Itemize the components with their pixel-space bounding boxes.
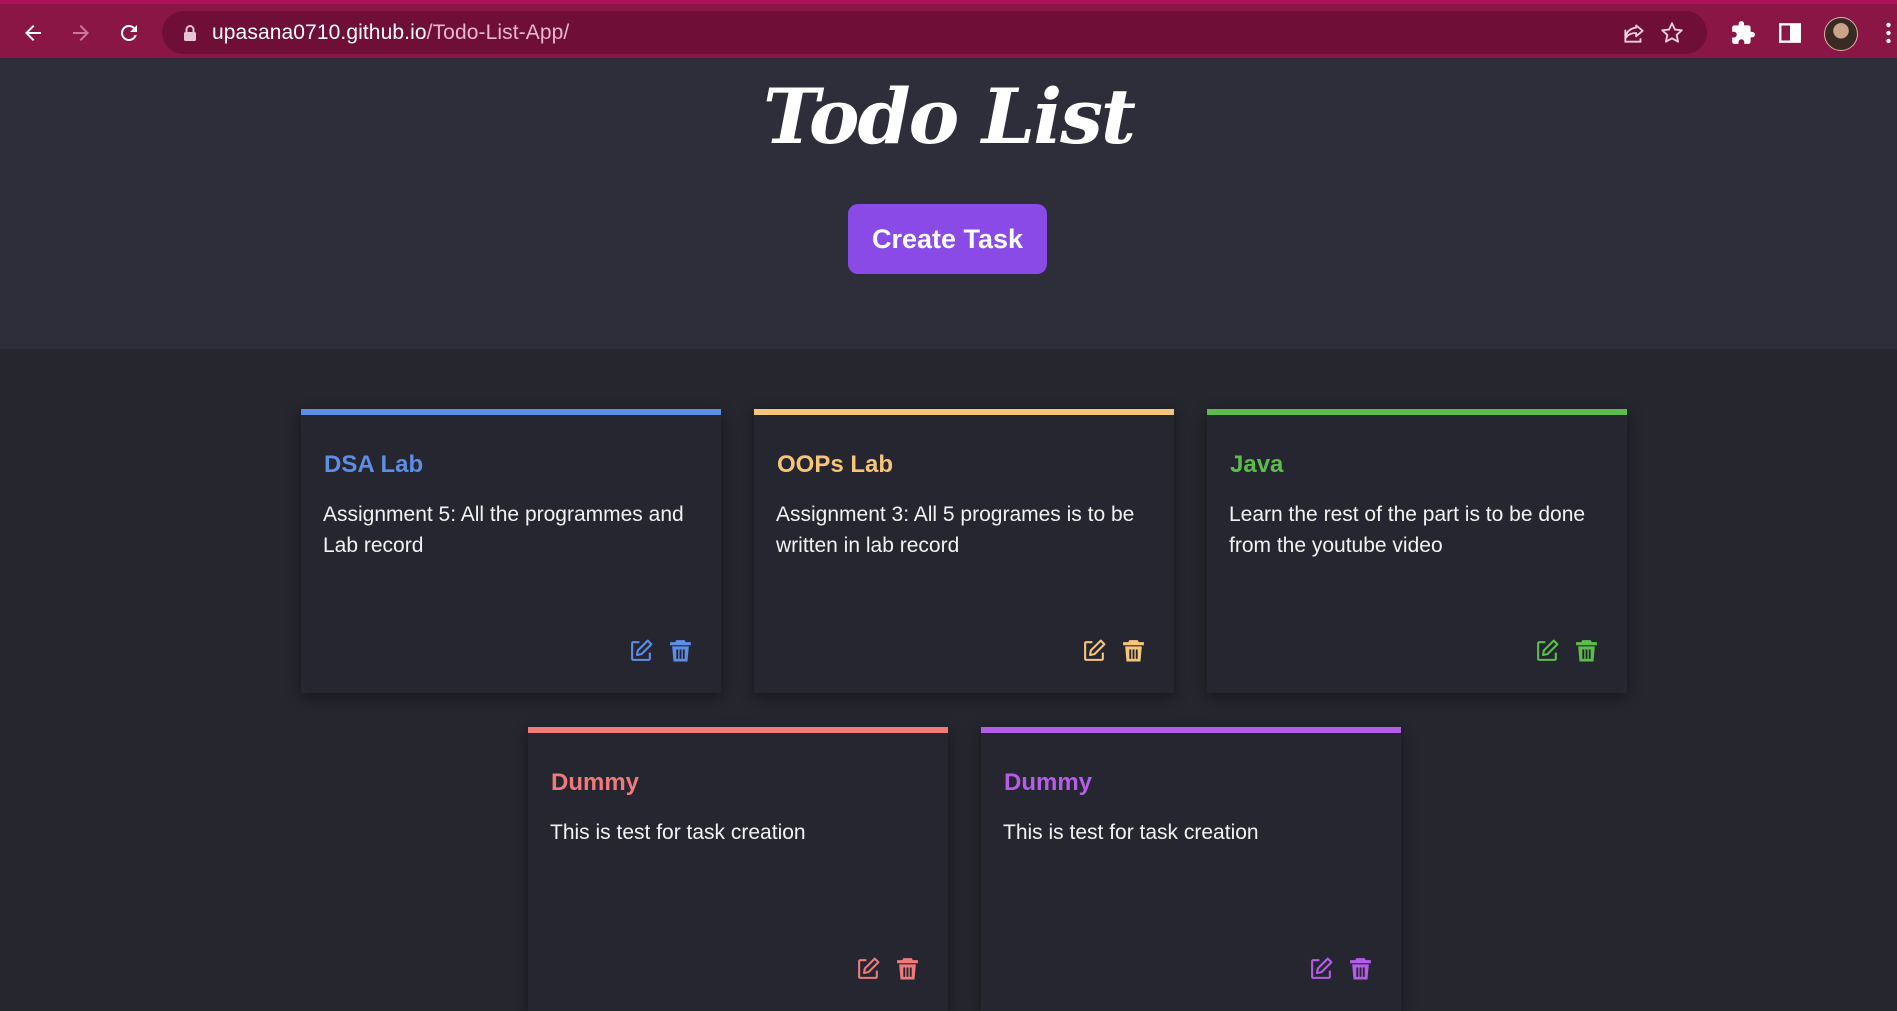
url-text: upasana0710.github.io/Todo-List-App/ <box>212 21 569 45</box>
trash-icon[interactable] <box>1348 956 1373 981</box>
forward-button[interactable] <box>61 13 101 53</box>
trash-icon[interactable] <box>1121 638 1146 663</box>
task-title: Java <box>1230 451 1284 478</box>
trash-icon[interactable] <box>668 638 693 663</box>
task-card: DSA Lab Assignment 5: All the programmes… <box>301 409 721 693</box>
address-bar[interactable]: upasana0710.github.io/Todo-List-App/ <box>162 11 1707 54</box>
task-card: Dummy This is test for task creation <box>528 727 948 1011</box>
extensions-puzzle-icon[interactable] <box>1730 20 1756 46</box>
task-title: Dummy <box>1004 769 1093 796</box>
create-task-button[interactable]: Create Task <box>848 204 1047 274</box>
task-title: Dummy <box>551 769 640 796</box>
side-panel-icon[interactable] <box>1777 20 1803 46</box>
task-actions <box>856 956 920 981</box>
edit-icon[interactable] <box>1082 638 1107 663</box>
edit-icon[interactable] <box>1309 956 1334 981</box>
profile-avatar[interactable] <box>1824 17 1858 51</box>
url-path: /Todo-List-App/ <box>426 21 570 44</box>
trash-icon[interactable] <box>895 956 920 981</box>
task-card: OOPs Lab Assignment 3: All 5 programes i… <box>754 409 1174 693</box>
url-host: upasana0710.github.io <box>212 21 427 44</box>
task-actions <box>1535 638 1599 663</box>
task-actions <box>1082 638 1146 663</box>
back-arrow-icon <box>25 25 41 41</box>
task-description: This is test for task creation <box>550 821 806 844</box>
browser-toolbar: upasana0710.github.io/Todo-List-App/ <box>0 0 1897 58</box>
edit-icon[interactable] <box>1535 638 1560 663</box>
reload-icon <box>120 24 137 41</box>
bookmark-star-icon[interactable] <box>1659 20 1685 46</box>
lock-icon <box>184 25 196 41</box>
reload-button[interactable] <box>109 13 149 53</box>
more-menu-icon[interactable] <box>1880 20 1897 46</box>
share-icon[interactable] <box>1621 20 1647 46</box>
task-description: Assignment 5: All the programmes and Lab… <box>323 503 684 557</box>
task-description: Assignment 3: All 5 programes is to be w… <box>776 503 1135 557</box>
task-title: OOPs Lab <box>777 451 894 478</box>
edit-icon[interactable] <box>856 956 881 981</box>
back-button[interactable] <box>13 13 53 53</box>
trash-icon[interactable] <box>1574 638 1599 663</box>
task-description: Learn the rest of the part is to be done… <box>1229 503 1586 557</box>
task-card: Dummy This is test for task creation <box>981 727 1401 1011</box>
forward-arrow-icon <box>73 25 89 41</box>
task-actions <box>629 638 693 663</box>
page-title: Todo List <box>762 72 1136 161</box>
task-description: This is test for task creation <box>1003 821 1259 844</box>
task-grid: DSA Lab Assignment 5: All the programmes… <box>0 349 1897 1011</box>
edit-icon[interactable] <box>629 638 654 663</box>
task-card: Java Learn the rest of the part is to be… <box>1207 409 1627 693</box>
task-title: DSA Lab <box>324 451 424 478</box>
page-header: Todo List Create Task <box>0 58 1897 349</box>
task-actions <box>1309 956 1373 981</box>
